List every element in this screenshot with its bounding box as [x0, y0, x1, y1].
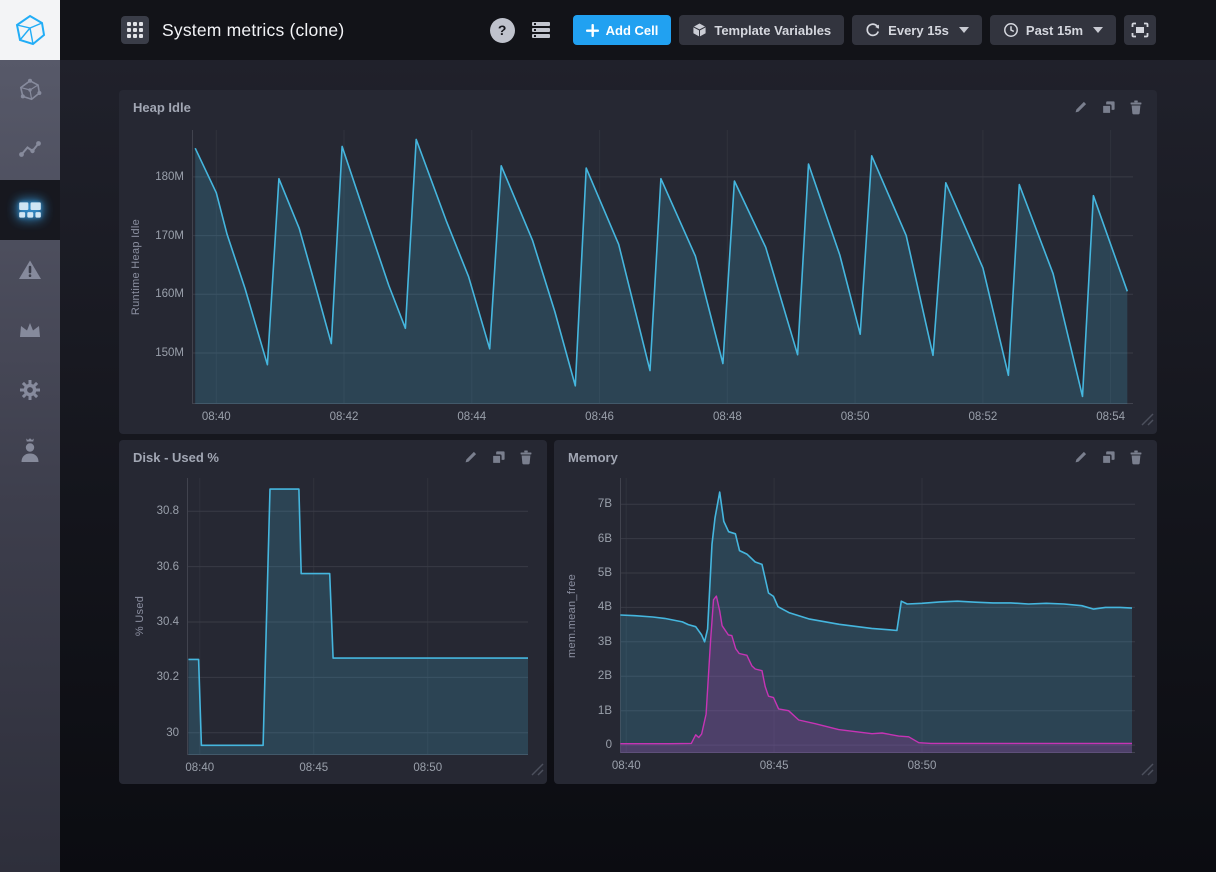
x-tick-label: 08:50	[825, 411, 885, 423]
cube-icon	[692, 22, 707, 38]
resize-handle-icon[interactable]	[530, 762, 544, 781]
add-cell-button[interactable]: Add Cell	[573, 15, 672, 45]
delete-icon[interactable]	[1129, 100, 1143, 115]
x-tick-label: 08:42	[314, 411, 374, 423]
caret-down-icon	[1093, 27, 1103, 33]
heap-idle-chart[interactable]	[192, 130, 1133, 404]
cell-disk-used: Disk - Used % % Used 3030.230.430.630.80…	[119, 440, 547, 784]
y-tick-label: 30.6	[119, 561, 179, 573]
gear-icon	[18, 378, 42, 402]
fullscreen-icon	[1131, 22, 1149, 38]
clock-icon	[1003, 22, 1019, 38]
edit-icon[interactable]	[1074, 450, 1088, 464]
x-tick-label: 08:50	[892, 760, 952, 772]
x-tick-label: 08:45	[744, 760, 804, 772]
help-icon[interactable]: ?	[490, 18, 515, 43]
y-tick-label: 6B	[554, 533, 612, 545]
graph-line-icon	[18, 138, 42, 162]
y-tick-label: 1B	[554, 705, 612, 717]
resize-handle-icon[interactable]	[1140, 762, 1154, 781]
sidebar-item-user[interactable]	[0, 420, 60, 480]
y-tick-label: 30.4	[119, 616, 179, 628]
edit-icon[interactable]	[464, 450, 478, 464]
y-tick-label: 4B	[554, 601, 612, 613]
dashboards-icon	[17, 197, 43, 223]
x-tick-label: 08:54	[1081, 411, 1141, 423]
time-range-dropdown[interactable]: Past 15m	[990, 15, 1116, 45]
x-tick-label: 08:44	[442, 411, 502, 423]
cell-memory: Memory mem.mean_free 01B2B3B4B5B6B7B08:4…	[554, 440, 1157, 784]
plus-icon	[586, 24, 599, 37]
cell-title: Memory	[568, 450, 618, 465]
chronograf-logo-icon	[13, 13, 47, 47]
y-tick-label: 30.8	[119, 505, 179, 517]
sidebar-item-alerts[interactable]	[0, 240, 60, 300]
sidebar-item-admin[interactable]	[0, 300, 60, 360]
y-tick-label: 160M	[119, 288, 184, 300]
list-icon[interactable]	[531, 21, 551, 39]
x-tick-label: 08:48	[697, 411, 757, 423]
x-tick-label: 08:40	[186, 411, 246, 423]
refresh-icon	[865, 22, 881, 38]
page-title: System metrics (clone)	[162, 20, 344, 41]
sidebar-item-dashboards[interactable]	[0, 180, 60, 240]
resize-handle-icon[interactable]	[1140, 412, 1154, 431]
y-tick-label: 2B	[554, 670, 612, 682]
duplicate-icon[interactable]	[1101, 100, 1116, 115]
x-tick-label: 08:40	[170, 762, 230, 774]
cell-heap-idle: Heap Idle Runtime Heap Idle 150M160M170M…	[119, 90, 1157, 434]
disk-used-chart[interactable]	[187, 478, 528, 755]
y-tick-label: 30.2	[119, 671, 179, 683]
delete-icon[interactable]	[519, 450, 533, 465]
y-tick-label: 3B	[554, 636, 612, 648]
duplicate-icon[interactable]	[491, 450, 506, 465]
delete-icon[interactable]	[1129, 450, 1143, 465]
grid-icon	[127, 22, 143, 38]
y-tick-label: 180M	[119, 171, 184, 183]
autorefresh-dropdown[interactable]: Every 15s	[852, 15, 982, 45]
sidebar-item-hosts[interactable]	[0, 60, 60, 120]
memory-chart[interactable]	[620, 478, 1135, 753]
cell-title: Heap Idle	[133, 100, 191, 115]
sidebar-item-settings[interactable]	[0, 360, 60, 420]
x-tick-label: 08:50	[398, 762, 458, 774]
cell-title: Disk - Used %	[133, 450, 219, 465]
top-navbar: System metrics (clone) ? Add Cell Templa…	[60, 0, 1216, 60]
y-tick-label: 150M	[119, 347, 184, 359]
sidebar-item-data-explorer[interactable]	[0, 120, 60, 180]
crown-icon	[17, 319, 43, 341]
caret-down-icon	[959, 27, 969, 33]
template-variables-button[interactable]: Template Variables	[679, 15, 844, 45]
x-tick-label: 08:52	[953, 411, 1013, 423]
x-tick-label: 08:40	[596, 760, 656, 772]
edit-icon[interactable]	[1074, 100, 1088, 114]
y-tick-label: 7B	[554, 498, 612, 510]
y-tick-label: 30	[119, 727, 179, 739]
y-tick-label: 0	[554, 739, 612, 751]
dashboard-grid-button[interactable]	[121, 16, 149, 44]
x-tick-label: 08:46	[570, 411, 630, 423]
y-tick-label: 170M	[119, 230, 184, 242]
sidebar-nav	[0, 60, 60, 872]
y-tick-label: 5B	[554, 567, 612, 579]
alert-triangle-icon	[17, 258, 43, 282]
x-tick-label: 08:45	[284, 762, 344, 774]
fullscreen-button[interactable]	[1124, 15, 1156, 45]
hosts-icon	[18, 78, 42, 102]
user-crown-icon	[19, 437, 41, 463]
duplicate-icon[interactable]	[1101, 450, 1116, 465]
dashboard-canvas: Heap Idle Runtime Heap Idle 150M160M170M…	[60, 60, 1216, 872]
sidebar-item-logo[interactable]	[0, 0, 60, 60]
